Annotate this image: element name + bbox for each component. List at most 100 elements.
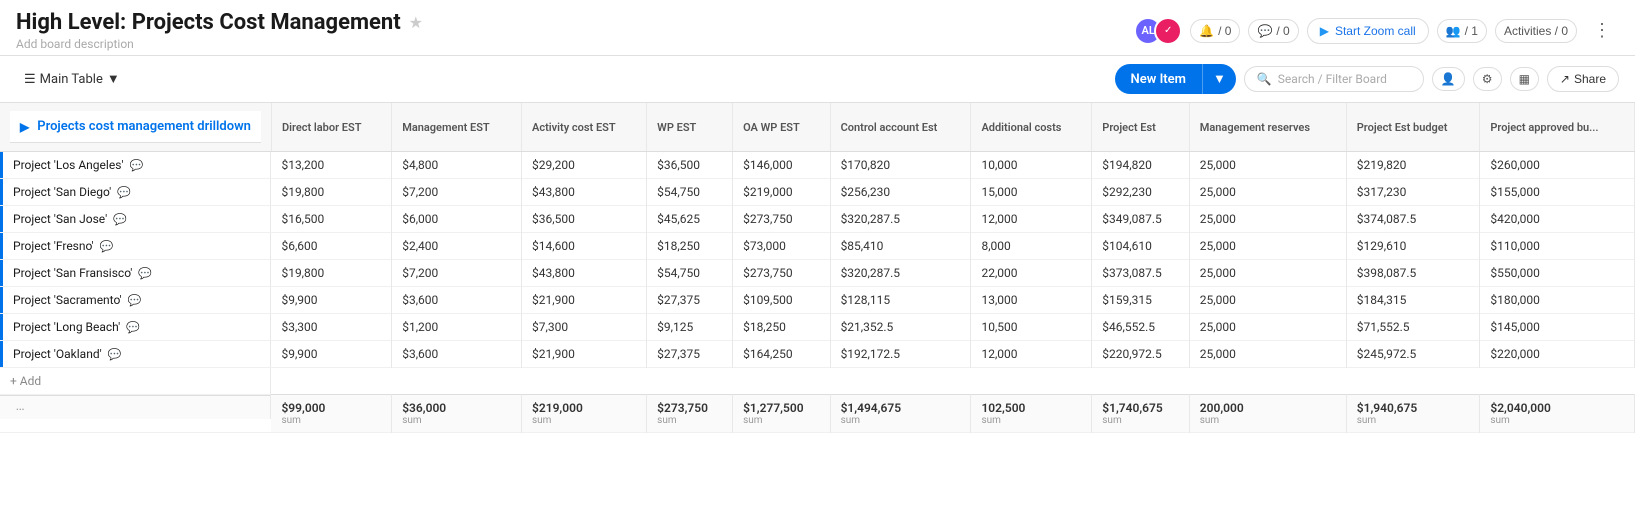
toolbar-left: ☰ Main Table ▼ (16, 67, 128, 91)
table-header-row: ▶ Projects cost management drilldown Dir… (0, 103, 1635, 152)
cell-mgmt_reserves: 25,000 (1189, 287, 1346, 314)
comment-icon[interactable]: 💬 (128, 294, 142, 307)
cell-mgmt_est: $6,000 (392, 206, 522, 233)
filter-icon: ▦ (1519, 72, 1530, 86)
comment-icon[interactable]: 💬 (100, 240, 114, 253)
cell-name: Project 'Fresno'💬 (0, 233, 271, 259)
row-name: Project 'Long Beach' (13, 320, 120, 334)
bell-button[interactable]: 🔔 / 0 (1190, 19, 1240, 43)
cell-additional_costs: 13,000 (971, 287, 1092, 314)
person-filter-button[interactable]: 👤 (1432, 67, 1465, 91)
new-item-button[interactable]: New Item ▼ (1115, 64, 1236, 94)
cell-additional_costs: 12,000 (971, 341, 1092, 368)
search-icon: 🔍 (1257, 72, 1272, 86)
cell-control_account: $85,410 (830, 233, 971, 260)
add-row[interactable]: + Add (0, 368, 1635, 395)
cell-mgmt_est: $3,600 (392, 341, 522, 368)
cell-activity_cost: $43,800 (522, 260, 647, 287)
table-icon: ☰ (24, 72, 36, 87)
new-item-arrow[interactable]: ▼ (1202, 64, 1236, 94)
group-title: Projects cost management drilldown (37, 119, 251, 134)
cell-project_est: $349,087.5 (1092, 206, 1189, 233)
zoom-button[interactable]: ▶ Start Zoom call (1307, 18, 1429, 44)
comment-icon[interactable]: 💬 (108, 348, 122, 361)
cell-activity_cost: $29,200 (522, 152, 647, 179)
cell-oa_wp_est: $164,250 (733, 341, 830, 368)
cell-additional_costs: 12,000 (971, 206, 1092, 233)
comment-icon[interactable]: 💬 (129, 159, 143, 172)
comment-icon[interactable]: 💬 (113, 213, 127, 226)
comment-icon[interactable]: 💬 (138, 267, 152, 280)
cell-project_est: $104,610 (1092, 233, 1189, 260)
cell-control_account: $192,172.5 (830, 341, 971, 368)
activities-button[interactable]: Activities / 0 (1495, 19, 1577, 43)
cell-mgmt_est: $7,200 (392, 179, 522, 206)
cell-wp_est: $18,250 (647, 233, 733, 260)
cell-project_est_budget: $129,610 (1346, 233, 1480, 260)
table-row: Project 'San Fransisco'💬$19,800$7,200$43… (0, 260, 1635, 287)
table-row: Project 'San Jose'💬$16,500$6,000$36,500$… (0, 206, 1635, 233)
cell-name: Project 'Long Beach' 💬 (0, 314, 271, 340)
sum-direct_labor: $99,000sum (271, 395, 391, 433)
cell-wp_est: $54,750 (647, 260, 733, 287)
cell-project_est: $46,552.5 (1092, 314, 1189, 341)
cell-activity_cost: $14,600 (522, 233, 647, 260)
cell-project_est_budget: $184,315 (1346, 287, 1480, 314)
sum-row: ...$99,000sum$36,000sum$219,000sum$273,7… (0, 395, 1635, 433)
filter-button[interactable]: ▦ (1510, 67, 1539, 91)
cell-mgmt_est: $7,200 (392, 260, 522, 287)
cell-activity_cost: $43,800 (522, 179, 647, 206)
comment-icon[interactable]: 💬 (117, 186, 131, 199)
users-button[interactable]: 👥 / 1 (1437, 19, 1487, 43)
cell-project_approved: $220,000 (1480, 341, 1635, 368)
sum-project_approved: $2,040,000sum (1480, 395, 1635, 433)
settings-button[interactable]: ⚙ (1473, 67, 1502, 91)
chat-button[interactable]: 💬 / 0 (1248, 19, 1298, 43)
table-row: Project 'Sacramento'💬$9,900$3,600$21,900… (0, 287, 1635, 314)
star-icon[interactable]: ★ (409, 13, 423, 32)
main-table-button[interactable]: ☰ Main Table ▼ (16, 67, 128, 91)
cell-oa_wp_est: $273,750 (733, 260, 830, 287)
cell-direct_labor: $3,300 (271, 314, 391, 341)
share-button[interactable]: ↗ Share (1547, 66, 1619, 92)
cell-project_approved: $110,000 (1480, 233, 1635, 260)
avatar-group: AL ✓ (1134, 17, 1182, 45)
cell-mgmt_est: $1,200 (392, 314, 522, 341)
cell-control_account: $320,287.5 (830, 206, 971, 233)
cell-mgmt_est: $4,800 (392, 152, 522, 179)
search-filter-input[interactable]: 🔍 Search / Filter Board (1244, 66, 1424, 92)
zoom-icon: ▶ (1320, 24, 1329, 38)
avatar-badge[interactable]: ✓ (1154, 17, 1182, 45)
sum-project_est: $1,740,675sum (1092, 395, 1189, 433)
board-description[interactable]: Add board description (16, 37, 423, 51)
cell-project_est_budget: $317,230 (1346, 179, 1480, 206)
group-chevron-icon[interactable]: ▶ (20, 120, 29, 134)
cell-additional_costs: 15,000 (971, 179, 1092, 206)
col-mgmt-reserves: Management reserves (1189, 103, 1346, 152)
cell-mgmt_reserves: 25,000 (1189, 341, 1346, 368)
col-project-est-budget: Project Est budget (1346, 103, 1480, 152)
sum-activity_cost: $219,000sum (522, 395, 647, 433)
more-options-button[interactable]: ⋮ (1585, 16, 1619, 45)
cell-project_est: $373,087.5 (1092, 260, 1189, 287)
add-item-cell[interactable]: + Add (0, 368, 271, 394)
col-mgmt-est: Management EST (392, 103, 522, 152)
row-name: Project 'San Fransisco' (13, 266, 132, 280)
cell-mgmt_reserves: 25,000 (1189, 152, 1346, 179)
cell-mgmt_reserves: 25,000 (1189, 260, 1346, 287)
cell-wp_est: $27,375 (647, 287, 733, 314)
cell-project_est_budget: $245,972.5 (1346, 341, 1480, 368)
share-icon: ↗ (1560, 72, 1570, 86)
header-left: High Level: Projects Cost Management ★ A… (16, 10, 423, 51)
table-container: ▶ Projects cost management drilldown Dir… (0, 103, 1635, 433)
row-name: Project 'San Jose' (13, 212, 107, 226)
cell-project_est_budget: $374,087.5 (1346, 206, 1480, 233)
table-row: Project 'Oakland'💬$9,900$3,600$21,900$27… (0, 341, 1635, 368)
cell-oa_wp_est: $109,500 (733, 287, 830, 314)
col-oa-wp-est: OA WP EST (733, 103, 830, 152)
cell-project_est: $220,972.5 (1092, 341, 1189, 368)
comment-icon[interactable]: 💬 (126, 321, 140, 334)
col-activity-cost: Activity cost EST (522, 103, 647, 152)
cell-name: Project 'Los Angeles'💬 (0, 152, 271, 178)
sum-oa_wp_est: $1,277,500sum (733, 395, 830, 433)
